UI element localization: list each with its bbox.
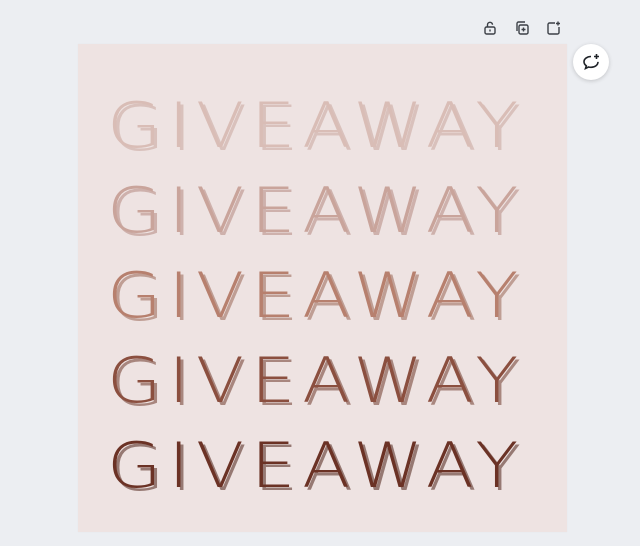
duplicate-page-icon	[516, 21, 529, 35]
giveaway-text-line[interactable]: GIVEAWAY GIVEAWAY	[104, 429, 534, 505]
giveaway-text-line[interactable]: GIVEAWAY GIVEAWAY	[104, 174, 534, 250]
giveaway-text: GIVEAWAY	[107, 344, 525, 417]
giveaway-text-line[interactable]: GIVEAWAY GIVEAWAY	[104, 344, 534, 420]
page-toolbar	[478, 16, 566, 40]
duplicate-page-button[interactable]	[510, 16, 534, 40]
add-comment-icon	[583, 54, 599, 71]
add-page-icon	[547, 21, 560, 35]
add-page-button[interactable]	[542, 16, 566, 40]
lock-open-icon	[484, 21, 496, 35]
giveaway-text-line[interactable]: GIVEAWAY GIVEAWAY	[104, 259, 534, 335]
add-comment-button[interactable]	[573, 44, 609, 80]
giveaway-text: GIVEAWAY	[107, 429, 525, 502]
lock-button[interactable]	[478, 16, 502, 40]
giveaway-text: GIVEAWAY	[107, 89, 525, 162]
giveaway-text: GIVEAWAY	[107, 174, 525, 247]
giveaway-text-line[interactable]: GIVEAWAY GIVEAWAY	[104, 89, 534, 165]
giveaway-text: GIVEAWAY	[107, 259, 525, 332]
